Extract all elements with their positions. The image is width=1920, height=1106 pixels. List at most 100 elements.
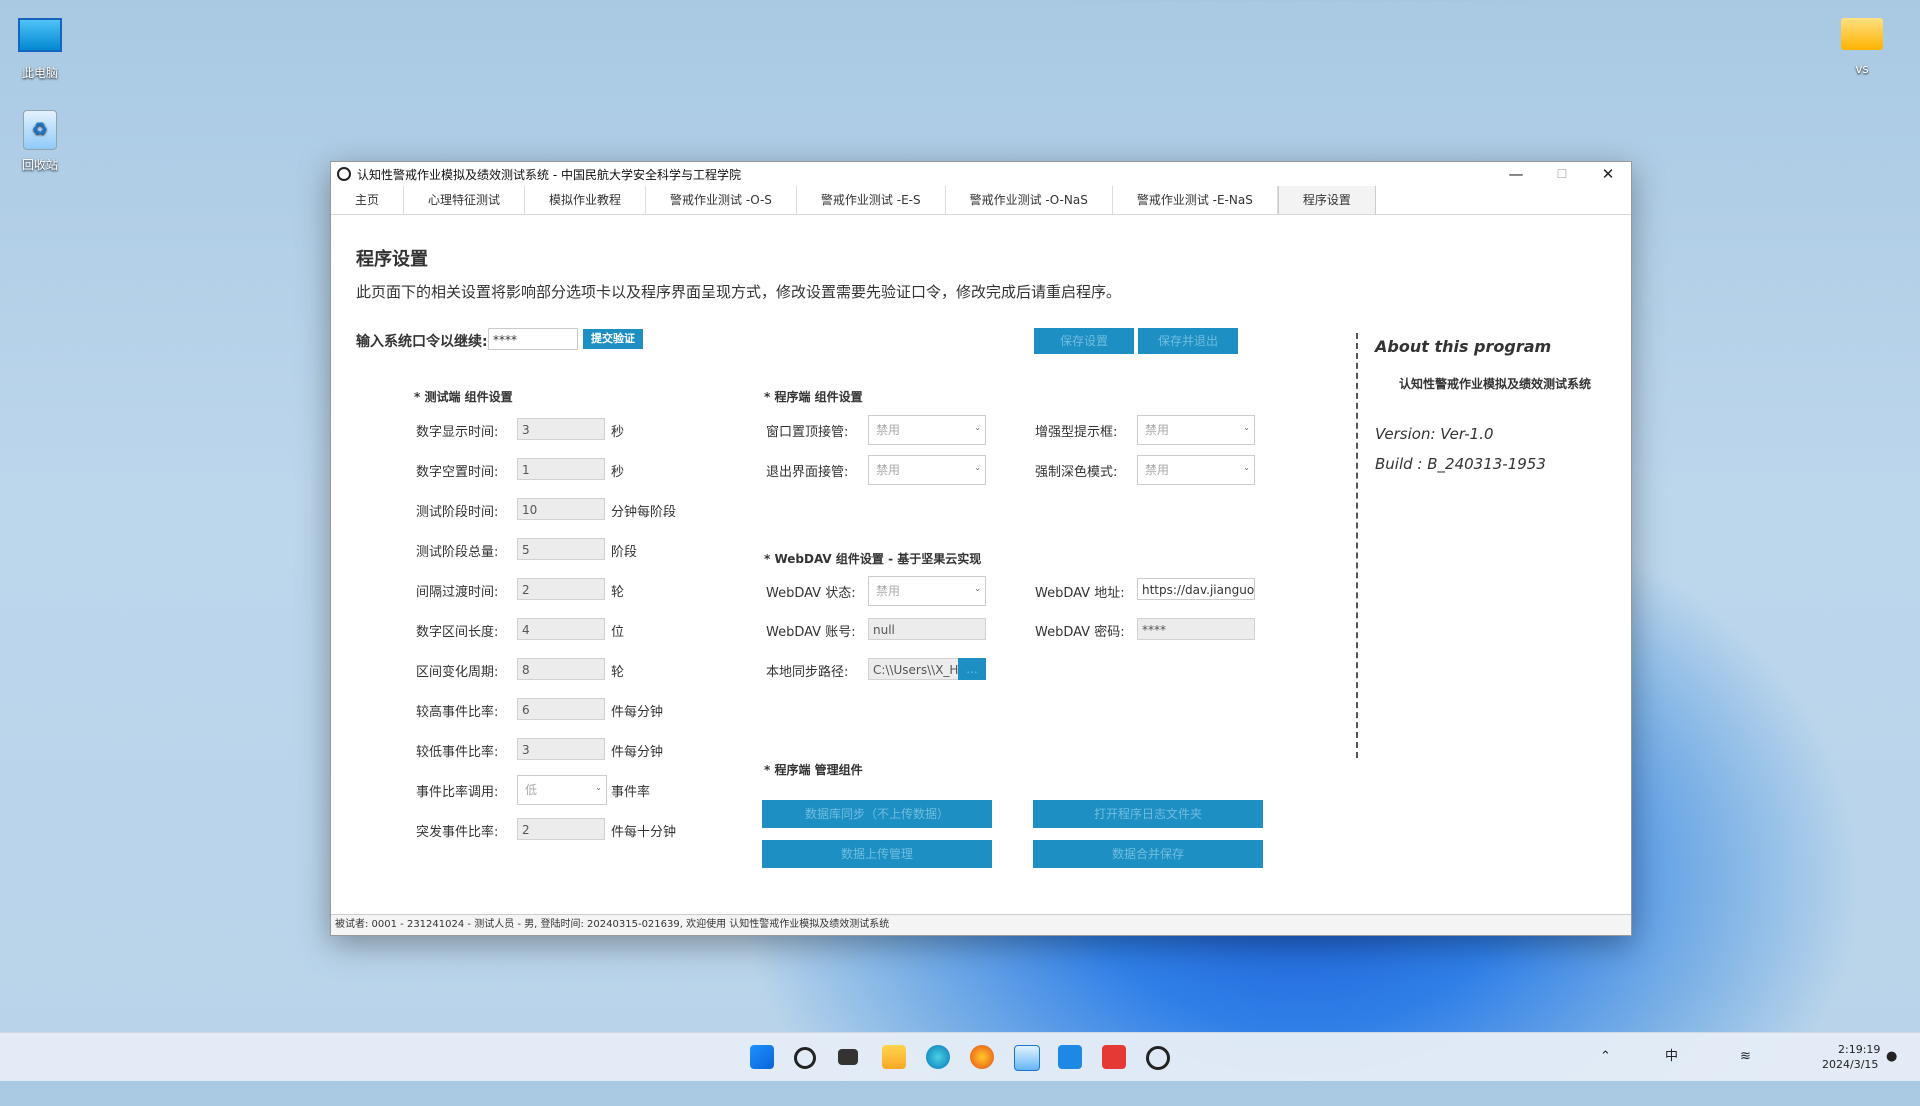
about-program-name: 认知性警戒作业模拟及绩效测试系统 <box>1399 377 1592 391</box>
firefox-icon[interactable] <box>970 1045 994 1069</box>
field-label: 数字区间长度: <box>416 625 499 640</box>
webdav-account-input[interactable]: null <box>868 618 986 640</box>
webdav-status-select[interactable]: 禁用 ⌄ <box>868 576 986 606</box>
select-value: 禁用 <box>1145 463 1170 477</box>
wifi-icon[interactable]: ≋ <box>1740 1033 1751 1081</box>
open-log-folder-button[interactable]: 打开程序日志文件夹 <box>1033 800 1263 828</box>
maximize-button[interactable]: ☐ <box>1539 162 1585 186</box>
webdav-password-input[interactable]: **** <box>1137 618 1255 640</box>
browse-path-button[interactable]: ... <box>958 658 986 680</box>
field-unit: 事件率 <box>611 785 651 800</box>
webdav-address-label: WebDAV 地址: <box>1035 586 1125 601</box>
field-unit: 分钟每阶段 <box>611 505 677 520</box>
tab-test-e-nas[interactable]: 警戒作业测试 -E-NaS <box>1113 186 1278 214</box>
topmost-label: 窗口置顶接管: <box>766 425 849 440</box>
field-unit: 件每分钟 <box>611 705 664 720</box>
desktop-icon-label: 回收站 <box>21 158 58 172</box>
event-rate-select[interactable]: 低 ⌄ <box>517 775 607 805</box>
file-explorer-icon[interactable] <box>882 1045 906 1069</box>
start-icon[interactable] <box>750 1045 774 1069</box>
folder-icon <box>1841 18 1883 50</box>
program-section-title: * 程序端 组件设置 <box>764 390 863 404</box>
data-upload-button[interactable]: 数据上传管理 <box>762 840 992 868</box>
about-build: Build : B_240313-1953 <box>1375 455 1546 473</box>
webdav-address-input[interactable]: https://dav.jianguo <box>1137 578 1255 600</box>
minimize-button[interactable]: — <box>1493 162 1539 186</box>
field-label: 突发事件比率: <box>416 825 499 840</box>
desktop-icon-recycle-bin[interactable]: ♻ 回收站 <box>0 110 80 173</box>
chevron-down-icon: ⌄ <box>1243 423 1250 432</box>
transition-time-input[interactable]: 2 <box>517 578 605 600</box>
digit-display-time-input[interactable]: 3 <box>517 418 605 440</box>
field-unit: 秒 <box>611 425 625 440</box>
about-version: Version: Ver-1.0 <box>1375 425 1494 443</box>
field-label: 较高事件比率: <box>416 705 499 720</box>
task-view-icon[interactable] <box>838 1049 858 1065</box>
page-description: 此页面下的相关设置将影响部分选项卡以及程序界面呈现方式，修改设置需要先验证口令，… <box>356 283 1122 301</box>
field-unit: 件每十分钟 <box>611 825 677 840</box>
photos-icon[interactable] <box>1014 1045 1040 1071</box>
tab-tutorial[interactable]: 模拟作业教程 <box>525 186 647 214</box>
tip-select[interactable]: 禁用 ⌄ <box>1137 415 1255 445</box>
field-label: 测试阶段总量: <box>416 545 499 560</box>
notification-bell-icon[interactable]: ● <box>1886 1033 1897 1081</box>
desktop-icon-this-pc[interactable]: 此电脑 <box>0 12 80 81</box>
search-icon[interactable] <box>794 1047 816 1069</box>
field-label: 间隔过渡时间: <box>416 585 499 600</box>
high-event-rate-input[interactable]: 6 <box>517 698 605 720</box>
field-label: 数字空置时间: <box>416 465 499 480</box>
low-event-rate-input[interactable]: 3 <box>517 738 605 760</box>
ime-indicator[interactable]: 中 <box>1665 1033 1678 1081</box>
webdav-account-label: WebDAV 账号: <box>766 625 856 640</box>
desktop-icon-folder[interactable]: vs <box>1822 12 1902 76</box>
field-unit: 件每分钟 <box>611 745 664 760</box>
webdav-password-label: WebDAV 密码: <box>1035 625 1125 640</box>
tip-label: 增强型提示框: <box>1035 425 1118 440</box>
recycle-bin-icon: ♻ <box>23 110 57 150</box>
topmost-select[interactable]: 禁用 ⌄ <box>868 415 986 445</box>
stage-time-input[interactable]: 10 <box>517 498 605 520</box>
status-bar: 被试者: 0001 - 231241024 - 测试人员 - 男, 登陆时间: … <box>331 914 1631 935</box>
burst-event-rate-input[interactable]: 2 <box>517 818 605 840</box>
save-exit-button[interactable]: 保存并退出 <box>1138 328 1238 354</box>
field-unit: 阶段 <box>611 545 638 560</box>
stage-total-input[interactable]: 5 <box>517 538 605 560</box>
select-value: 低 <box>525 783 538 797</box>
settings-page: 程序设置 此页面下的相关设置将影响部分选项卡以及程序界面呈现方式，修改设置需要先… <box>331 215 1631 915</box>
vscode-icon[interactable] <box>1058 1045 1082 1069</box>
range-period-input[interactable]: 8 <box>517 658 605 680</box>
select-value: 禁用 <box>1145 423 1170 437</box>
tab-test-e-s[interactable]: 警戒作业测试 -E-S <box>797 186 946 214</box>
tab-test-o-nas[interactable]: 警戒作业测试 -O-NaS <box>946 186 1113 214</box>
edge-icon[interactable] <box>926 1045 950 1069</box>
field-label: 测试阶段时间: <box>416 505 499 520</box>
close-button[interactable]: ✕ <box>1585 162 1631 186</box>
chevron-down-icon: ⌄ <box>974 463 981 472</box>
tab-home[interactable]: 主页 <box>331 186 405 214</box>
title-bar[interactable]: 认知性警戒作业模拟及绩效测试系统 - 中国民航大学安全科学与工程学院 — ☐ ✕ <box>331 162 1631 186</box>
manage-section-title: * 程序端 管理组件 <box>764 763 863 777</box>
wps-icon[interactable] <box>1102 1045 1126 1069</box>
webdav-section-title: * WebDAV 组件设置 - 基于坚果云实现 <box>764 552 982 566</box>
chevron-down-icon: ⌄ <box>974 423 981 432</box>
exit-select[interactable]: 禁用 ⌄ <box>868 455 986 485</box>
field-unit: 位 <box>611 625 625 640</box>
db-sync-button[interactable]: 数据库同步（不上传数据） <box>762 800 992 828</box>
app-icon[interactable] <box>1146 1046 1170 1070</box>
dark-mode-select[interactable]: 禁用 ⌄ <box>1137 455 1255 485</box>
sync-path-input[interactable]: C:\\Users\\X_H <box>868 658 960 680</box>
password-label: 输入系统口令以继续: <box>356 334 488 350</box>
range-length-input[interactable]: 4 <box>517 618 605 640</box>
tab-psych-test[interactable]: 心理特征测试 <box>404 186 526 214</box>
tray-chevron-icon[interactable]: ⌃ <box>1600 1033 1611 1081</box>
clock-date[interactable]: 2024/3/15 <box>1822 1058 1878 1106</box>
save-button[interactable]: 保存设置 <box>1034 328 1134 354</box>
data-merge-button[interactable]: 数据合并保存 <box>1033 840 1263 868</box>
page-title: 程序设置 <box>356 249 428 270</box>
digit-blank-time-input[interactable]: 1 <box>517 458 605 480</box>
verify-button[interactable]: 提交验证 <box>583 329 643 349</box>
tab-settings[interactable]: 程序设置 <box>1277 186 1376 214</box>
tab-test-o-s[interactable]: 警戒作业测试 -O-S <box>646 186 797 214</box>
password-input[interactable]: **** <box>488 328 578 350</box>
taskbar: ⌃ 中 ≋ 2:19:19 2024/3/15 ● <box>0 1032 1920 1081</box>
